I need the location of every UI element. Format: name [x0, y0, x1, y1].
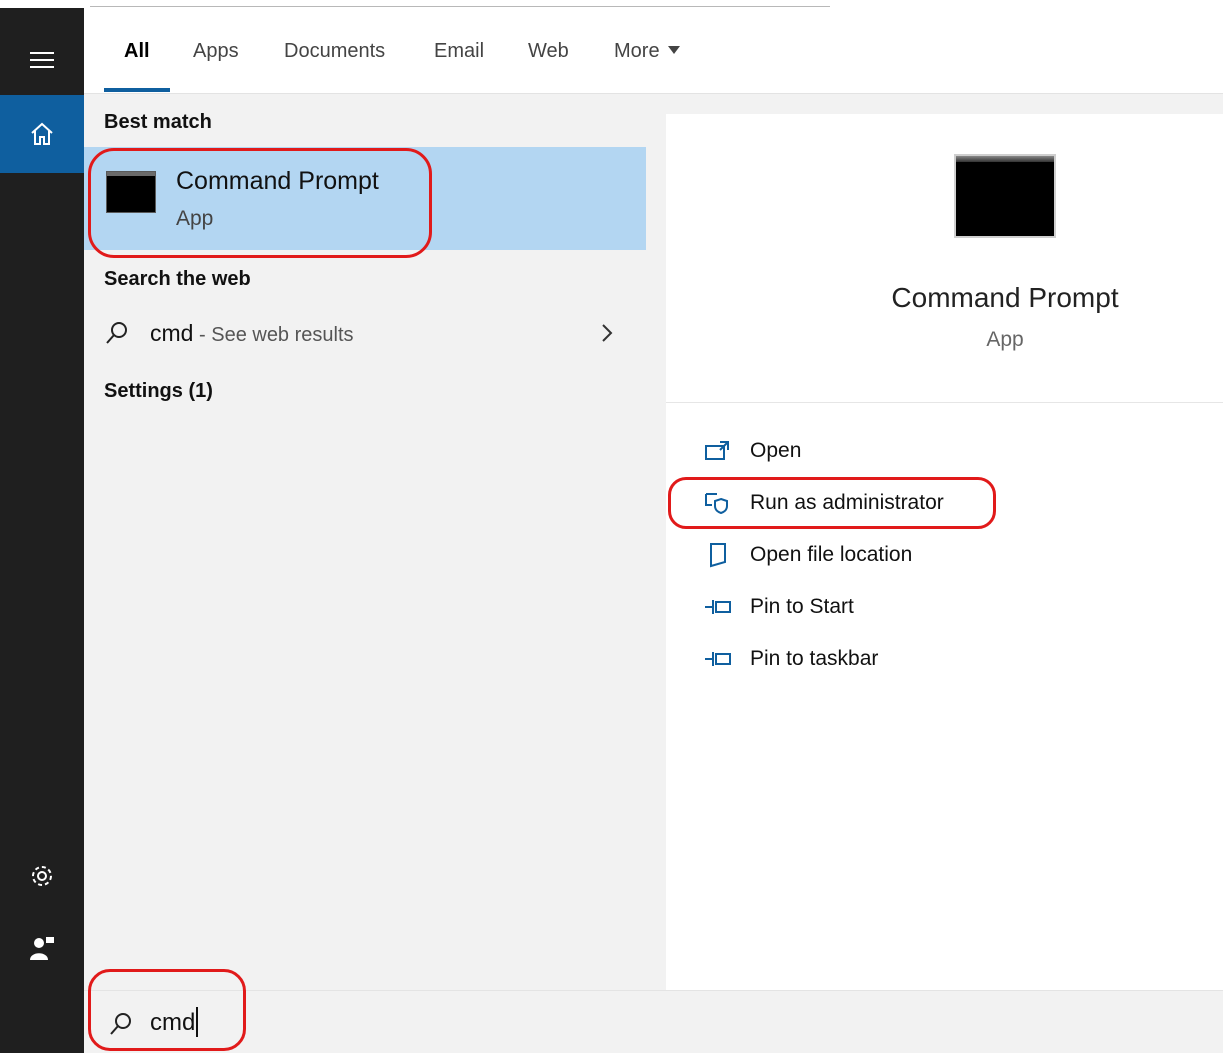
tab-more[interactable]: More — [614, 40, 680, 63]
best-match-heading: Best match — [104, 111, 212, 133]
details-divider — [666, 402, 1223, 403]
action-open-file-location-label: Open file location — [750, 543, 913, 566]
tab-web[interactable]: Web — [528, 40, 569, 63]
action-run-as-administrator[interactable]: Run as administrator — [704, 483, 1154, 523]
action-open-file-location[interactable]: Open file location — [704, 535, 1154, 575]
user-feedback-button[interactable] — [0, 918, 84, 978]
command-prompt-icon — [106, 171, 156, 213]
settings-button[interactable] — [0, 846, 84, 906]
top-divider — [90, 6, 830, 7]
action-run-as-administrator-label: Run as administrator — [750, 491, 944, 514]
best-match-title: Command Prompt — [176, 167, 379, 195]
tab-email[interactable]: Email — [434, 40, 484, 63]
top-strip — [0, 0, 1223, 8]
search-web-heading: Search the web — [104, 268, 251, 290]
web-search-result[interactable]: cmd - See web results — [84, 308, 646, 360]
filter-tabs: All Apps Documents Email Web More — [84, 8, 1223, 94]
chevron-right-icon — [602, 324, 613, 342]
details-pane: Command Prompt App Open Run as administr… — [646, 94, 1223, 990]
gear-icon — [32, 866, 52, 886]
web-hint: - See web results — [193, 324, 354, 346]
search-icon — [106, 322, 127, 344]
file-location-icon — [704, 541, 732, 569]
action-pin-to-start-label: Pin to Start — [750, 595, 854, 618]
text-cursor — [196, 1007, 198, 1037]
hamburger-menu-button[interactable] — [0, 30, 84, 90]
search-icon — [110, 1013, 131, 1035]
action-open[interactable]: Open — [704, 431, 1154, 471]
action-open-label: Open — [750, 439, 802, 462]
home-icon — [31, 122, 53, 145]
pin-icon — [704, 645, 732, 673]
active-tab-indicator — [104, 88, 170, 92]
pin-icon — [704, 593, 732, 621]
action-pin-to-taskbar[interactable]: Pin to taskbar — [704, 639, 1154, 679]
best-match-subtitle: App — [176, 207, 214, 230]
settings-heading[interactable]: Settings (1) — [104, 380, 213, 403]
details-app-subtitle: App — [986, 328, 1024, 351]
details-app-title: Command Prompt — [891, 282, 1119, 313]
command-prompt-large-icon — [954, 154, 1056, 238]
left-rail — [0, 8, 84, 1053]
tab-apps[interactable]: Apps — [193, 40, 239, 63]
action-pin-to-start[interactable]: Pin to Start — [704, 587, 1154, 627]
web-query: cmd — [150, 320, 194, 346]
best-match-result[interactable]: Command Prompt App — [84, 147, 646, 250]
home-button[interactable] — [0, 95, 84, 173]
search-input[interactable]: cmd — [150, 1009, 195, 1037]
action-pin-to-taskbar-label: Pin to taskbar — [750, 647, 879, 670]
tab-all[interactable]: All — [124, 40, 150, 63]
search-box[interactable]: cmd — [84, 990, 1223, 1053]
tab-more-label: More — [614, 40, 660, 62]
details-card: Command Prompt App Open Run as administr… — [666, 114, 1223, 990]
shield-icon — [704, 489, 732, 517]
web-result-text: cmd - See web results — [150, 320, 354, 347]
tab-documents[interactable]: Documents — [284, 40, 385, 63]
open-icon — [704, 437, 732, 465]
user-icon — [30, 937, 54, 960]
caret-down-icon — [667, 45, 680, 54]
hamburger-icon — [30, 52, 54, 68]
